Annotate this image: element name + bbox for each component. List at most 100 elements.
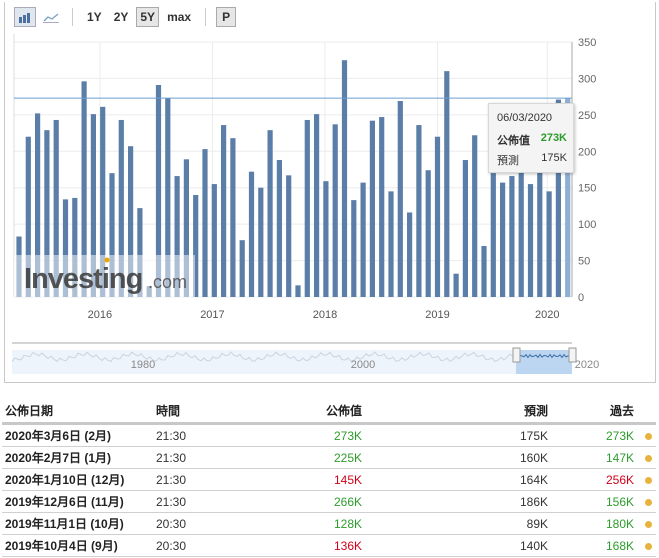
bar-chart: 0 50 100 150 200 250 300 350 2016 2017 2018 2019 202… — [11, 34, 599, 374]
bar — [369, 120, 375, 297]
bar — [379, 117, 385, 298]
tooltip-actual-label: 公佈值 — [497, 135, 530, 147]
table-row: 2019年10月4日 (9月) 20:30 136K 140K 168K — [2, 534, 656, 557]
actual-value: 266K — [269, 490, 365, 513]
status-dot-icon — [645, 432, 652, 440]
release-date: 2020年3月6日 (2月) — [2, 423, 153, 447]
header-previous: 過去 — [551, 398, 656, 425]
y-tick-label: 100 — [578, 219, 596, 231]
forecast-value: 140K — [365, 534, 551, 557]
bar — [211, 184, 217, 297]
navigator-handle[interactable] — [512, 347, 521, 363]
x-tick-label: 2019 — [425, 309, 449, 321]
bar — [434, 136, 441, 297]
release-time: 21:30 — [153, 468, 269, 491]
actual-value: 145K — [269, 468, 365, 491]
previous-value: 147K — [605, 450, 634, 465]
tooltip: 06/03/2020 公佈值 273K 預測 175K — [488, 103, 574, 173]
status-dot-icon — [645, 454, 652, 462]
forecast-value: 186K — [365, 490, 551, 513]
status-dot-icon — [645, 476, 652, 484]
header-actual: 公佈值 — [269, 398, 365, 425]
bar — [490, 173, 496, 297]
bar — [462, 160, 468, 297]
bar — [509, 176, 515, 297]
release-date: 2019年12月6日 (11月) — [2, 490, 153, 513]
bar — [360, 182, 366, 297]
status-dot-icon — [645, 498, 652, 506]
bar — [397, 101, 403, 297]
actual-value: 225K — [269, 446, 365, 469]
release-date: 2019年10月4日 (9月) — [2, 534, 153, 557]
forecast-value: 160K — [365, 446, 551, 469]
previous-value: 180K — [605, 516, 634, 531]
status-dot-icon — [645, 542, 652, 550]
history-table: 公佈日期 時間 公佈值 預測 過去 2020年3月6日 (2月) 21:30 2… — [2, 398, 656, 557]
release-date: 2020年2月7日 (1月) — [2, 446, 153, 469]
release-date: 2019年11月1日 (10月) — [2, 512, 153, 535]
forecast-value: 175K — [365, 423, 551, 447]
y-tick-label: 0 — [578, 292, 584, 304]
table-row: 2019年12月6日 (11月) 21:30 266K 186K 156K — [2, 490, 656, 513]
y-tick-label: 150 — [578, 183, 596, 195]
bar — [323, 181, 329, 297]
watermark-logo: Investing — [24, 263, 142, 295]
table-header: 公佈日期 時間 公佈值 預測 過去 — [2, 398, 656, 425]
release-date: 2020年1月10日 (12月) — [2, 468, 153, 491]
bar — [351, 200, 357, 297]
bar — [407, 212, 413, 297]
bar — [546, 191, 552, 297]
bar — [537, 165, 543, 297]
bar — [267, 130, 273, 297]
watermark-logo-suffix: .com — [148, 272, 187, 292]
bar — [332, 124, 338, 297]
bar — [453, 273, 459, 297]
x-tick-label: 2017 — [200, 309, 224, 321]
navigator-year-label: 1980 — [131, 359, 155, 371]
header-forecast: 預測 — [365, 398, 551, 425]
x-tick-label: 2016 — [88, 309, 112, 321]
bar — [416, 125, 422, 297]
forecast-value: 164K — [365, 468, 551, 491]
y-tick-label: 300 — [578, 73, 596, 85]
release-time: 20:30 — [153, 534, 269, 557]
y-tick-label: 50 — [578, 256, 590, 268]
bar — [314, 114, 320, 297]
tooltip-date: 06/03/2020 — [497, 112, 553, 124]
header-time: 時間 — [153, 398, 269, 425]
x-tick-label: 2018 — [313, 309, 337, 321]
actual-value: 136K — [269, 534, 365, 557]
table-row: 2020年3月6日 (2月) 21:30 273K 175K 273K — [2, 423, 656, 447]
y-tick-label: 250 — [578, 110, 596, 122]
release-time: 21:30 — [153, 423, 269, 447]
bar — [444, 71, 450, 298]
bar — [276, 160, 282, 297]
bar — [202, 149, 208, 297]
previous-value: 156K — [605, 494, 634, 509]
bar — [304, 119, 310, 297]
bar — [295, 285, 301, 297]
logo-dot — [104, 257, 110, 263]
bar — [258, 187, 264, 297]
bar — [472, 135, 478, 297]
bar — [500, 182, 506, 297]
navigator-year-label: 2000 — [351, 359, 375, 371]
x-tick-label: 2020 — [535, 309, 559, 321]
y-tick-label: 350 — [578, 37, 596, 49]
bar — [221, 125, 227, 297]
release-time: 20:30 — [153, 512, 269, 535]
bar — [230, 138, 236, 297]
previous-value: 168K — [605, 538, 634, 553]
bar — [518, 167, 524, 297]
bar — [239, 240, 245, 297]
actual-value: 273K — [269, 423, 365, 447]
bar — [527, 184, 534, 297]
release-time: 21:30 — [153, 446, 269, 469]
release-time: 21:30 — [153, 490, 269, 513]
navigator-selection — [516, 350, 572, 374]
tooltip-forecast-label: 預測 — [497, 155, 519, 167]
bar — [248, 171, 255, 297]
table-row: 2020年2月7日 (1月) 21:30 225K 160K 147K — [2, 446, 656, 469]
forecast-value: 89K — [365, 512, 551, 535]
actual-value: 128K — [269, 512, 365, 535]
